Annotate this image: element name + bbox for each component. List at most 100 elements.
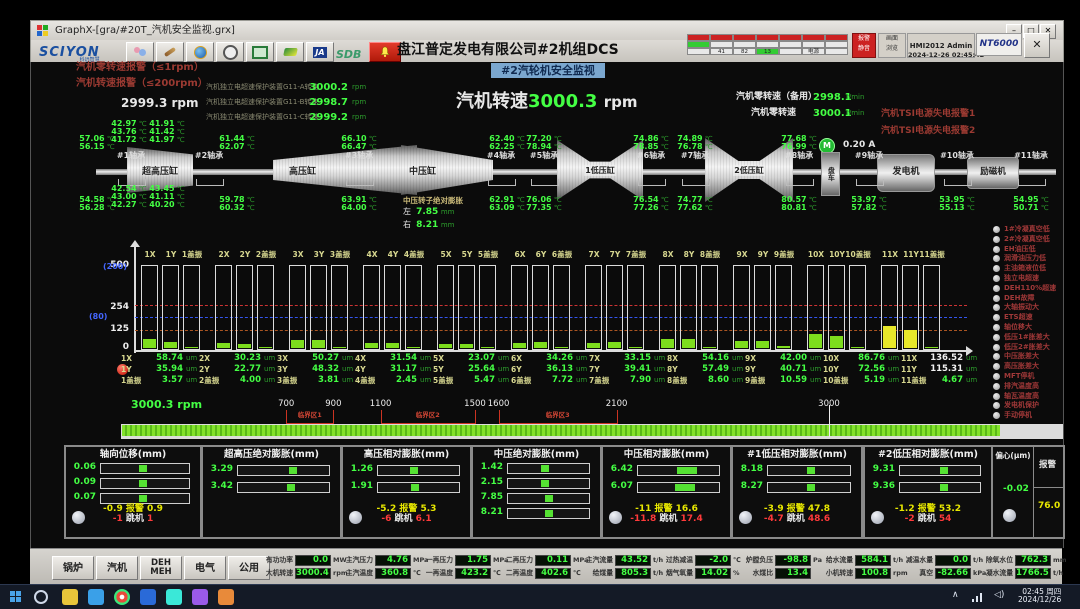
nav-button-4[interactable]: 电气 [184, 556, 226, 580]
tray-volume-icon[interactable]: ◁) [994, 591, 1004, 601]
readout-value: 0.0 [935, 555, 971, 566]
panel-toolbar-button[interactable] [216, 42, 244, 62]
speed-scale-fill [122, 425, 1000, 436]
vibration-bar-fill [883, 326, 896, 348]
nav-button-1[interactable]: 锅炉 [52, 556, 94, 580]
motor-icon: M [823, 141, 831, 150]
readout-unit: ℃ [733, 557, 741, 564]
alarm-mute-button[interactable]: 报警 静音 [852, 33, 876, 58]
bearing-label: #2轴承 [187, 152, 231, 161]
users-toolbar-button[interactable] [126, 42, 154, 62]
bearing-bracket [346, 179, 374, 186]
screen-close-button[interactable]: ✕ [1024, 33, 1050, 58]
book-toolbar-button[interactable] [276, 42, 304, 62]
vib-row-value: 5.19 [847, 376, 885, 385]
vibration-bar-fill [756, 341, 769, 348]
readout-label: 除氧水位 [982, 557, 1013, 564]
panel-row-value: 2.15 [476, 478, 503, 488]
monitor-icon [252, 46, 268, 59]
vib-row-unit: um [498, 377, 509, 385]
vib-row-value: 115.31 [925, 365, 963, 374]
tools-toolbar-button[interactable] [156, 42, 184, 62]
tsi-alarm-2: 汽机TSI电源失电报警2 [881, 127, 975, 137]
taskbar-app-icon-5[interactable] [166, 589, 182, 605]
alarm-summary-grid: 418213电源 [687, 34, 848, 55]
vib-row-unit: um [732, 366, 743, 374]
alarm-grid-cell [756, 34, 779, 41]
vibration-bar-fill [312, 340, 325, 348]
readout-unit: t/h [1053, 570, 1063, 577]
alarm-item-label: 独立电超速 [1004, 275, 1039, 283]
vibration-bar-outline [437, 265, 454, 350]
panel-title: #2低压相对膨胀(mm) [865, 450, 991, 460]
clock-date: 2024/12/26 [1018, 596, 1061, 604]
taskbar-app-icon-3[interactable] [114, 589, 130, 605]
info-box[interactable]: 画面 浏览 [878, 33, 906, 58]
vib-row-unit: um [810, 377, 821, 385]
alarm-item-lamp [993, 334, 1000, 341]
panel-status-lamp [609, 511, 622, 524]
taskbar-app-icon-1[interactable] [62, 589, 78, 605]
vib-row-unit: um [888, 377, 899, 385]
alarm-item-lamp [993, 393, 1000, 400]
nav-button-3[interactable]: DEH MEH [140, 556, 182, 580]
bearing-temp: 60.32 ℃ [213, 204, 261, 213]
hmi-session-box: HMI2012 Admin 2024-12-26 02:45:42 [907, 33, 975, 58]
ip-expansion-block: 中压转子绝对膨胀 左 7.85 mm 右 8.21 mm [403, 197, 463, 231]
subtitle-tab[interactable]: #2汽轮机安全监视 [491, 63, 605, 78]
readout-label: 小机转速 [822, 570, 853, 577]
readout-label: 二再温度 [502, 570, 533, 577]
tray-chevron-icon[interactable]: ∧ [952, 591, 959, 601]
alarm-item-label: 中压胀差大 [1004, 353, 1039, 361]
tray-network-icon[interactable] [972, 593, 984, 602]
vib-row-unit: um [654, 355, 665, 363]
main-speed-title: 汽机转速3000.3 rpm [456, 92, 638, 112]
ip-exp-right-unit: mm [441, 221, 455, 229]
vib-row-value: 34.26 [535, 354, 573, 363]
alarm-item-lamp [993, 236, 1000, 243]
panel-row-marker [289, 467, 297, 474]
g11-value: 2998.7 [308, 97, 348, 108]
vib-row-value: 58.74 [145, 354, 183, 363]
display-toolbar-button[interactable] [246, 42, 274, 62]
panel-row-marker [675, 484, 695, 491]
ja-toolbar-button[interactable]: JA [306, 42, 334, 62]
taskbar-app-icon-4[interactable] [140, 589, 156, 605]
vib-row-unit: um [810, 355, 821, 363]
sdb-toolbar-button[interactable]: SDB [336, 44, 361, 62]
readout-value: -98.8 [775, 555, 811, 566]
bearing-temp: 80.81 ℃ [775, 204, 823, 213]
expansion-panel: #2低压相对膨胀(mm)9.319.36-1.2 报警 53.2-2 跳机 54 [863, 445, 993, 539]
main-canvas: #2汽轮机安全监视 汽机零转速报警（≤1rpm） 汽机转速报警（≤200rpm）… [30, 62, 1064, 548]
vibration-bar-fill [587, 343, 600, 348]
gauge-icon [223, 45, 238, 60]
taskbar-app-icon-2[interactable] [88, 589, 104, 605]
taskbar-search-icon[interactable] [34, 590, 48, 604]
readout-label: 炉膛负压 [742, 557, 773, 564]
readout-value: 13.4 [775, 568, 811, 579]
zero-speed-value: 3000.1 [813, 108, 843, 119]
taskbar-clock[interactable]: 02:45 周四 2024/12/26 [1018, 588, 1061, 605]
vib-row-value: 7.72 [535, 376, 573, 385]
taskbar-app-icon-6[interactable] [192, 589, 208, 605]
bearing-temp: 57.82 ℃ [845, 204, 893, 213]
vibration-bar-fill [925, 347, 938, 348]
readout-value: 360.8 [375, 568, 411, 579]
start-button[interactable] [10, 591, 22, 603]
vib-row-unit: um [654, 377, 665, 385]
bearing-label: #4轴承 [479, 152, 523, 161]
nav-button-2[interactable]: 汽机 [96, 556, 138, 580]
panel-row-bar [100, 493, 190, 504]
panel-row-bar [237, 465, 330, 476]
ip-exp-right-label: 右 [403, 220, 411, 229]
cylinder-hp-label: 高压缸 [289, 164, 316, 177]
panel-row-bar [637, 482, 720, 493]
alarm-grid-cell [733, 41, 756, 48]
exciter-label: 励磁机 [980, 168, 1006, 177]
critical-zone-line [286, 423, 333, 424]
readout-value: 762.3 [1015, 555, 1051, 566]
taskbar-app-icon-7[interactable] [218, 589, 234, 605]
network-toolbar-button[interactable] [186, 42, 214, 62]
vib-row-value: 39.41 [613, 365, 651, 374]
bearing-label: #8轴承 [777, 152, 821, 161]
